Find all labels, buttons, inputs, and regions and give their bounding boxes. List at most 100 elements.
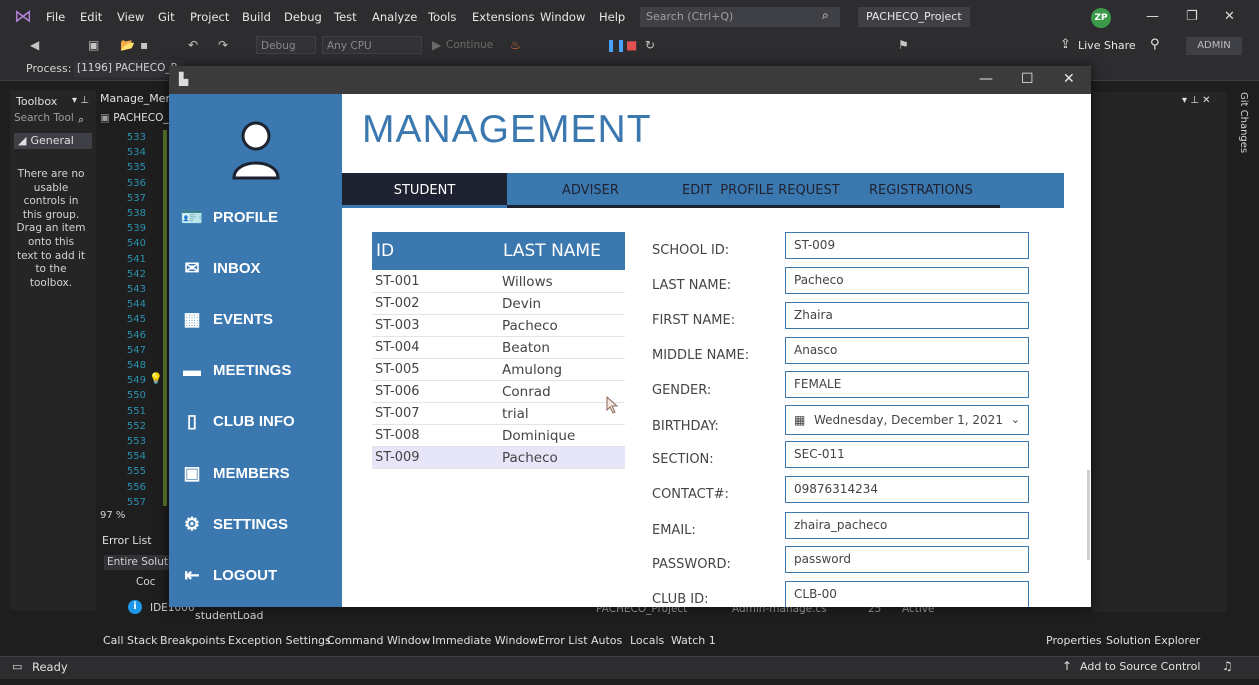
menu-view[interactable]: View <box>117 10 144 24</box>
first-name-field[interactable]: Zhaira <box>785 302 1029 329</box>
tab-watch-1[interactable]: Watch 1 <box>671 634 716 647</box>
menu-tools[interactable]: Tools <box>428 10 456 24</box>
app-minimize-icon[interactable]: — <box>979 71 993 87</box>
pin-icon[interactable]: ▾ ⊥ <box>72 95 89 106</box>
scrollbar-thumb[interactable] <box>1087 470 1090 560</box>
email-field[interactable]: zhaira_pacheco <box>785 512 1029 539</box>
menu-test[interactable]: Test <box>334 10 357 24</box>
menu-file[interactable]: File <box>46 10 65 24</box>
tab-edit-profile-request[interactable]: EDIT PROFILE REQUEST <box>682 173 840 208</box>
menu-edit[interactable]: Edit <box>80 10 102 24</box>
search-icon[interactable]: ⌕ <box>78 113 84 127</box>
tab-error-list[interactable]: Error List <box>538 634 588 647</box>
last-name-field[interactable]: Pacheco <box>785 267 1029 294</box>
vs-logo-icon[interactable]: ⋈ <box>14 7 36 27</box>
toolbox-group-general[interactable]: ◢ General <box>14 133 92 149</box>
new-project-icon[interactable]: ▣ <box>88 38 99 52</box>
nav-members[interactable]: ▣ MEMBERS <box>179 461 339 491</box>
nav-club-info[interactable]: ▯ CLUB INFO <box>179 409 339 439</box>
nav-settings[interactable]: ⚙ SETTINGS <box>179 512 339 542</box>
menu-git[interactable]: Git <box>158 10 175 24</box>
stop-icon[interactable]: ■ <box>626 38 637 52</box>
live-share-button[interactable]: Live Share <box>1078 39 1136 52</box>
tab-immediate-window[interactable]: Immediate Window <box>432 634 538 647</box>
error-list-scope-select[interactable]: Entire Solution <box>104 555 173 570</box>
config-select[interactable]: Debug <box>256 36 316 54</box>
table-row[interactable]: ST-006 Conrad <box>372 381 625 403</box>
lightbulb-icon[interactable]: 💡 <box>149 372 163 385</box>
table-row[interactable]: ST-001 Willows <box>372 271 625 293</box>
close-icon[interactable]: ✕ <box>1224 9 1235 24</box>
panel-options-icon[interactable]: ▾ ⊥ ✕ <box>1182 95 1210 106</box>
column-header-last-name[interactable]: LAST NAME <box>503 241 601 261</box>
restore-icon[interactable]: ❐ <box>1186 9 1198 24</box>
redo-icon[interactable]: ↷ <box>218 38 228 52</box>
tab-command-window[interactable]: Command Window <box>327 634 430 647</box>
tab-breakpoints[interactable]: Breakpoints <box>160 634 226 647</box>
tab-exception-settings[interactable]: Exception Settings <box>228 634 331 647</box>
tab-adviser[interactable]: ADVISER <box>562 173 619 208</box>
menu-extensions[interactable]: Extensions <box>472 10 534 24</box>
back-icon[interactable]: ◀ <box>30 38 39 52</box>
menu-window[interactable]: Window <box>540 10 585 24</box>
menu-build[interactable]: Build <box>242 10 271 24</box>
chevron-down-icon[interactable]: ⌄ <box>1011 406 1020 434</box>
password-field[interactable]: password <box>785 546 1029 573</box>
tab-call-stack[interactable]: Call Stack <box>103 634 157 647</box>
feedback-icon[interactable]: ⚲ <box>1150 37 1160 52</box>
gender-field[interactable]: FEMALE <box>785 371 1029 398</box>
tab-student[interactable]: STUDENT <box>342 173 507 208</box>
contact-field[interactable]: 09876314234 <box>785 476 1029 503</box>
tab-registrations[interactable]: REGISTRATIONS <box>869 173 973 208</box>
middle-name-field[interactable]: Anasco <box>785 337 1029 364</box>
table-row-selected[interactable]: ST-009 Pacheco <box>372 447 625 469</box>
menu-help[interactable]: Help <box>599 10 625 24</box>
vs-search-input[interactable]: Search (Ctrl+Q) <box>640 7 840 27</box>
table-row[interactable]: ST-004 Beaton <box>372 337 625 359</box>
pause-icon[interactable]: ❚❚ <box>606 38 626 52</box>
birthday-date-picker[interactable]: ▦ Wednesday, December 1, 2021 ⌄ <box>785 405 1029 435</box>
app-maximize-icon[interactable]: ☐ <box>1021 71 1034 87</box>
error-list-title[interactable]: Error List <box>102 534 152 547</box>
menu-analyze[interactable]: Analyze <box>372 10 417 24</box>
menu-project[interactable]: Project <box>190 10 229 24</box>
undo-icon[interactable]: ↶ <box>188 38 198 52</box>
table-row[interactable]: ST-008 Dominique <box>372 425 625 447</box>
search-icon[interactable]: ⌕ <box>822 8 829 23</box>
restart-icon[interactable]: ↻ <box>645 38 655 52</box>
tab-locals[interactable]: Locals <box>630 634 664 647</box>
editor-subtab[interactable]: ▣ PACHECO_ <box>100 112 169 124</box>
section-field[interactable]: SEC-011 <box>785 441 1029 468</box>
nav-inbox[interactable]: ✉ INBOX <box>179 256 339 286</box>
zoom-select[interactable]: 97 % <box>100 510 152 524</box>
fire-icon[interactable]: ♨ <box>510 38 521 52</box>
share-icon[interactable]: ⇪ <box>1060 37 1071 52</box>
toolbox-title[interactable]: Toolbox <box>16 95 57 108</box>
editor-tab[interactable]: Manage_Men <box>100 92 172 105</box>
tab-properties[interactable]: Properties <box>1046 634 1102 647</box>
menu-debug[interactable]: Debug <box>284 10 322 24</box>
continue-icon[interactable]: ▶ <box>432 38 441 52</box>
club-id-field[interactable]: CLB-00 <box>785 581 1029 607</box>
column-header-id[interactable]: ID <box>376 241 394 261</box>
table-row[interactable]: ST-005 Amulong <box>372 359 625 381</box>
platform-select[interactable]: Any CPU <box>322 36 422 54</box>
save-icon[interactable]: ▪ <box>140 38 148 52</box>
git-changes-tab[interactable]: Git Changes <box>1231 92 1249 162</box>
admin-badge[interactable]: ADMIN <box>1186 37 1242 55</box>
nav-events[interactable]: ▦ EVENTS <box>179 307 339 337</box>
add-to-source-control-button[interactable]: Add to Source Control <box>1080 660 1200 673</box>
tab-solution-explorer[interactable]: Solution Explorer <box>1106 634 1200 647</box>
table-row[interactable]: ST-003 Pacheco <box>372 315 625 337</box>
app-close-icon[interactable]: ✕ <box>1063 71 1075 87</box>
table-row[interactable]: ST-002 Devin <box>372 293 625 315</box>
table-row[interactable]: ST-007 trial <box>372 403 625 425</box>
bookmark-icon[interactable]: ⚑ <box>898 38 909 52</box>
nav-profile[interactable]: 🪪 PROFILE <box>179 205 339 235</box>
open-folder-icon[interactable]: 📂 <box>120 38 135 52</box>
nav-meetings[interactable]: ▬ MEETINGS <box>179 358 339 388</box>
tab-autos[interactable]: Autos <box>591 634 622 647</box>
continue-button[interactable]: Continue <box>446 39 493 51</box>
nav-logout[interactable]: ⇤ LOGOUT <box>179 563 339 593</box>
avatar[interactable]: ZP <box>1091 8 1111 28</box>
